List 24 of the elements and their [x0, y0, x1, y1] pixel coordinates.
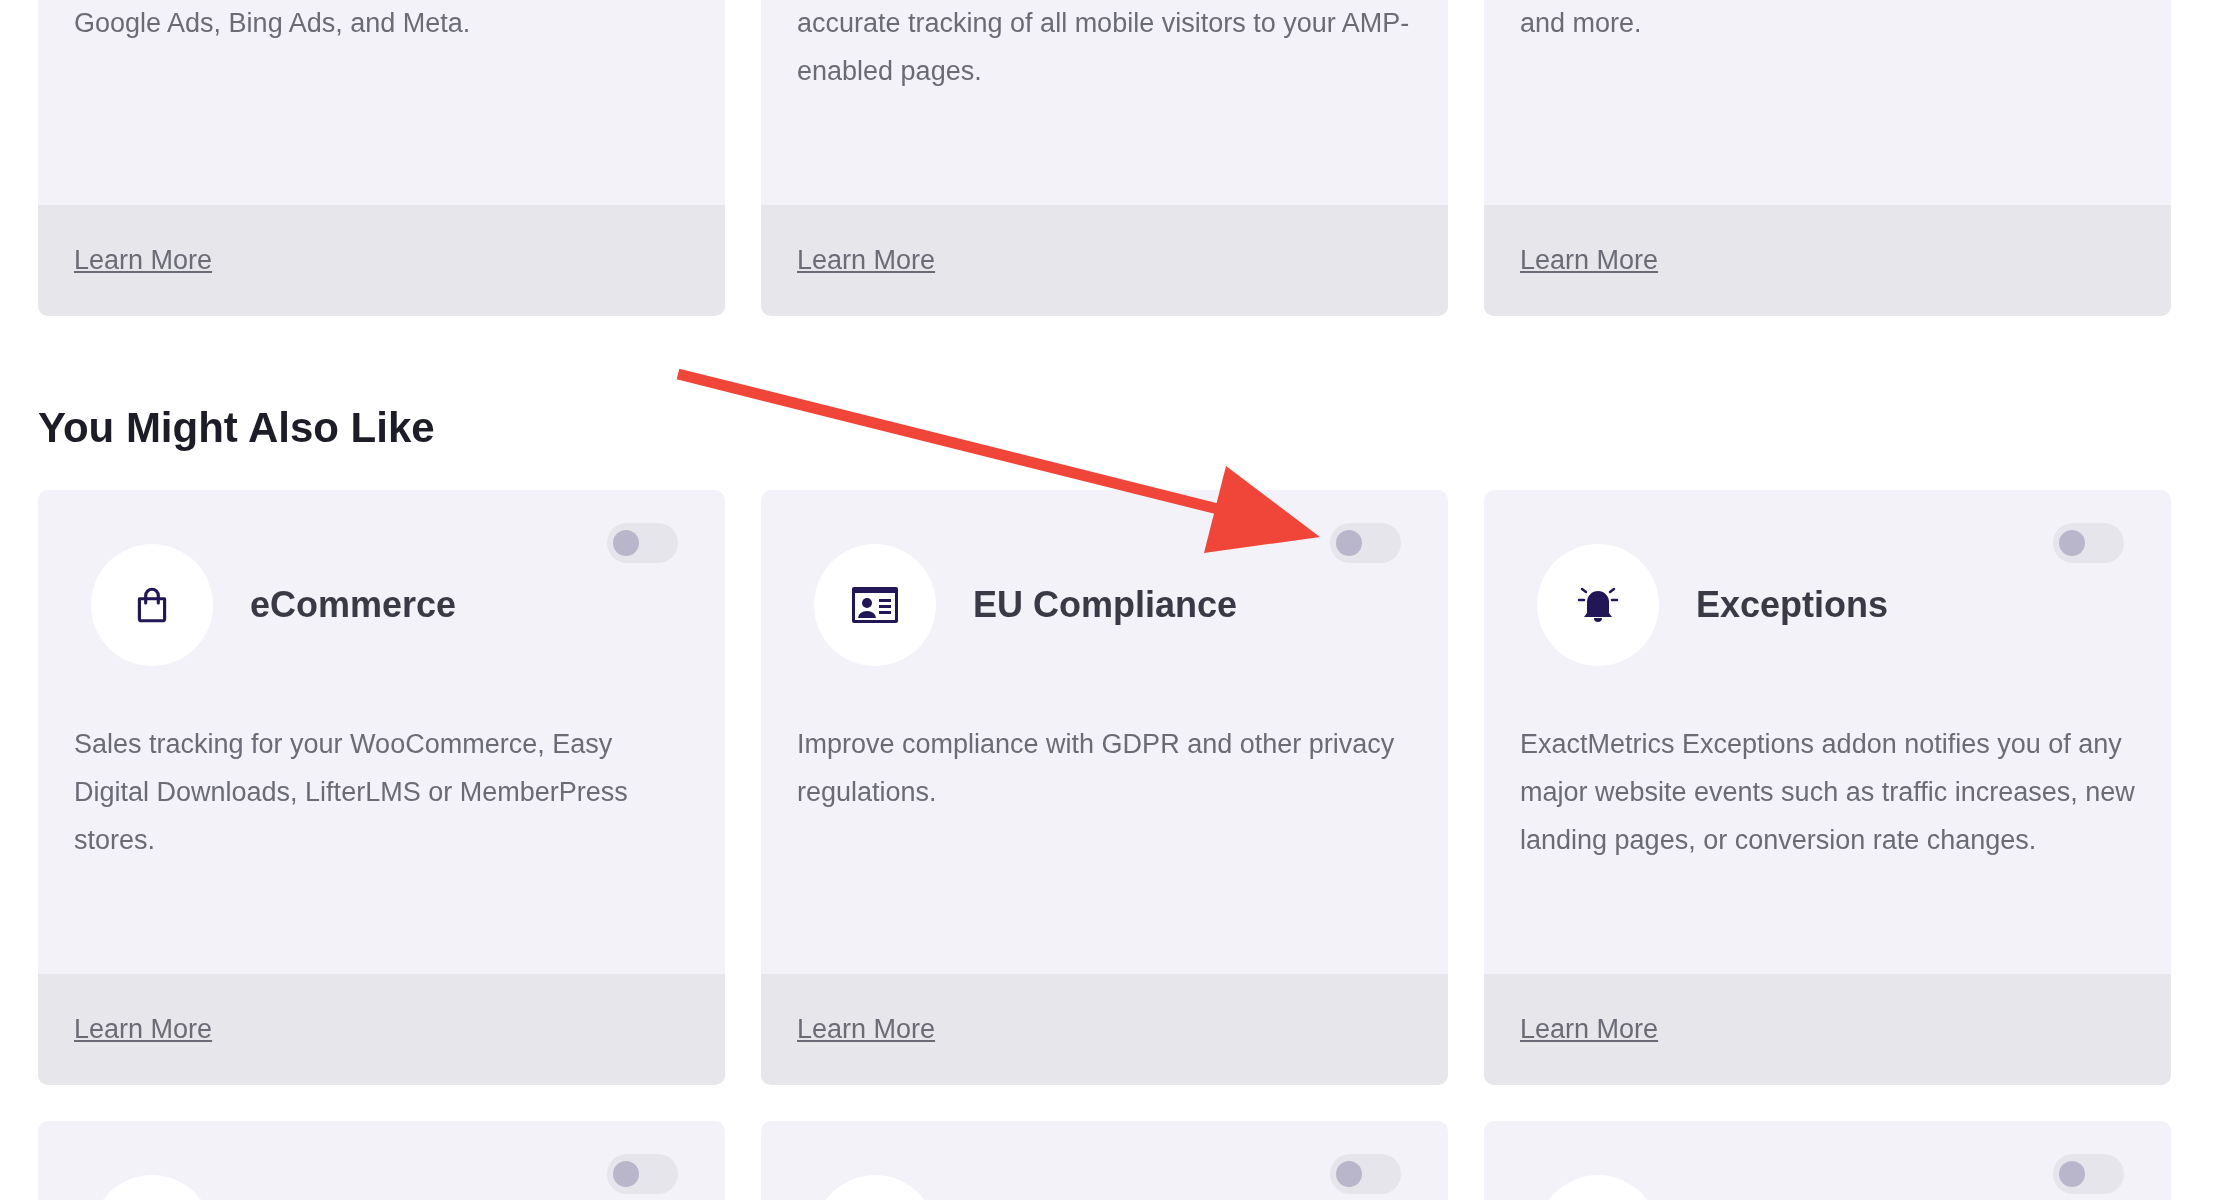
toggle-switch[interactable] [1330, 1154, 1401, 1194]
addon-description: Improve compliance with GDPR and other privacy regulations. [797, 728, 1396, 809]
learn-more-link[interactable]: Learn More [797, 1014, 936, 1045]
learn-more-link[interactable]: Learn More [797, 245, 936, 276]
toggle-switch[interactable] [607, 523, 678, 563]
toggle-switch[interactable] [1330, 523, 1401, 563]
learn-more-link[interactable]: Learn More [1520, 1014, 1659, 1045]
id-card-icon [852, 587, 898, 623]
bell-icon [1576, 585, 1620, 625]
learn-more-link[interactable]: Learn More [74, 1014, 213, 1045]
addon-description: Sales tracking for your WooCommerce, Easy Digital Downloads, LifterLMS or MemberPress stores. [74, 728, 629, 857]
toggle-switch[interactable] [607, 1154, 678, 1194]
addon-description: ExactMetrics Exceptions addon notifies you of any major website events such as traffic increases, new landing pages, or conversion rate changes. [1520, 728, 2135, 857]
addon-title: eCommerce [250, 584, 457, 626]
learn-more-link[interactable]: Learn More [74, 245, 213, 276]
toggle-switch[interactable] [2053, 1154, 2124, 1194]
addon-title: EU Compliance [973, 584, 1238, 626]
addon-description: accurate tracking of all mobile visitors to your AMP-enabled pages. [797, 7, 1411, 88]
section-heading: You Might Also Like [38, 403, 436, 453]
addon-title: Exceptions [1696, 584, 1889, 626]
addon-description: Google Ads, Bing Ads, and Meta. [74, 7, 472, 40]
addon-description: and more. [1520, 7, 1643, 40]
toggle-switch[interactable] [2053, 523, 2124, 563]
learn-more-link[interactable]: Learn More [1520, 245, 1659, 276]
